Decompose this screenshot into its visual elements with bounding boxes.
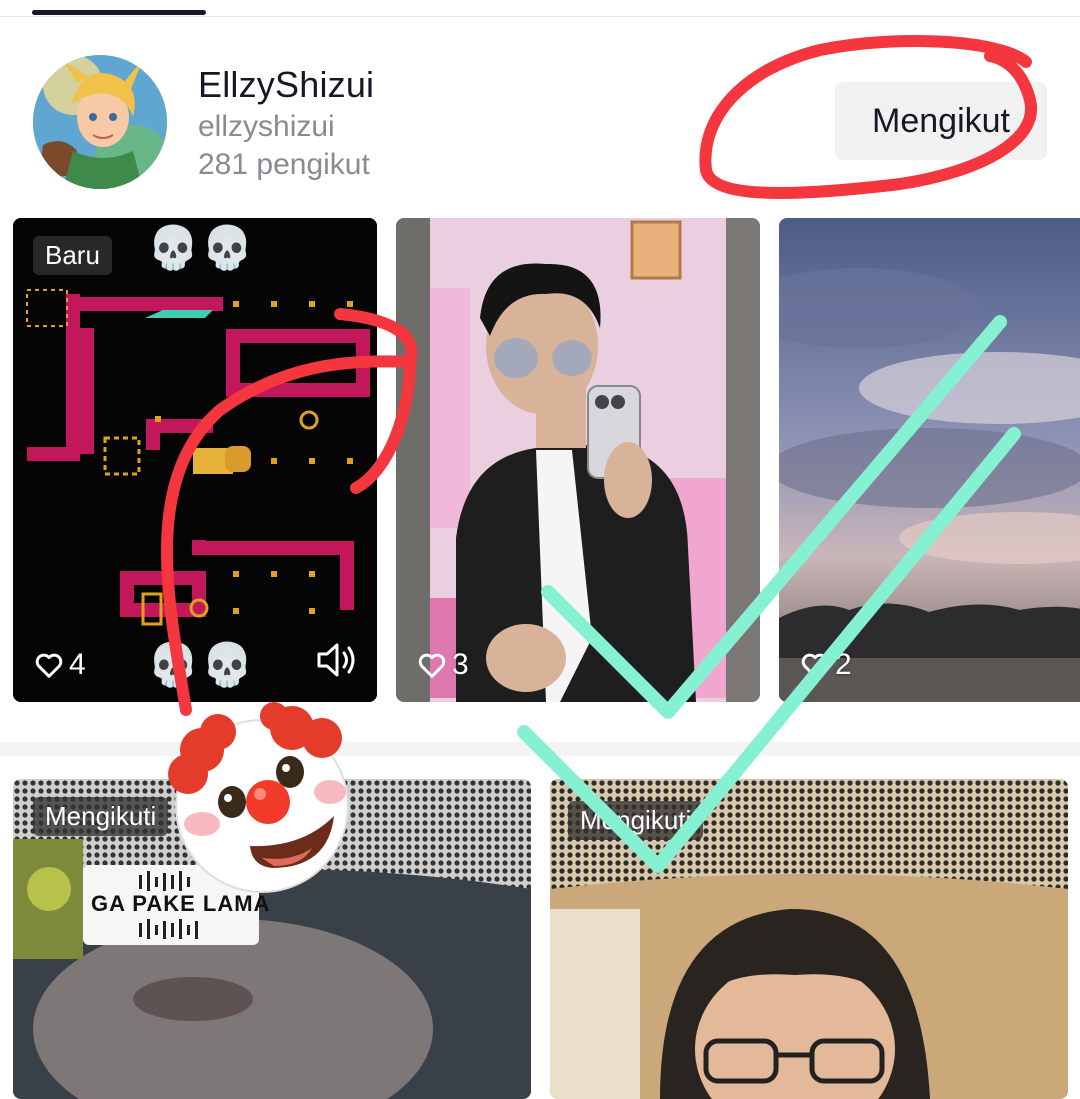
video-tile-2[interactable]: 3 — [396, 218, 760, 702]
following-badge: Mengikuti — [568, 801, 704, 840]
like-count-value: 3 — [452, 648, 469, 681]
like-count-value: 4 — [69, 648, 86, 681]
skull-emoji: 💀💀 — [147, 224, 256, 271]
like-count: 2 — [799, 648, 852, 682]
heart-icon — [35, 653, 63, 678]
display-name: EllzyShizui — [198, 64, 375, 105]
like-count-value: 2 — [835, 648, 852, 681]
video-thumbnail — [13, 218, 377, 702]
like-count: 3 — [416, 648, 469, 682]
skull-emoji: 💀💀 — [147, 641, 256, 688]
following-badge: Mengikuti — [33, 797, 169, 836]
avatar[interactable] — [33, 55, 167, 189]
video-thumbnail — [396, 218, 760, 702]
video-tile-3[interactable]: 2 — [779, 218, 1080, 702]
profile-header[interactable]: EllzyShizui ellzyshizui 281 pengikut Men… — [0, 40, 1080, 210]
heart-icon — [418, 653, 446, 678]
tab-indicator — [32, 10, 206, 15]
video-thumbnail — [779, 218, 1080, 702]
username: ellzyshizui — [198, 110, 335, 143]
video-tile-4[interactable]: GA PAKE LAMA Mengikuti — [13, 779, 531, 1099]
follow-button[interactable]: Mengikut — [835, 82, 1047, 160]
video-tile-5[interactable]: Mengikuti — [550, 779, 1068, 1099]
new-badge: Baru — [33, 236, 112, 275]
heart-icon — [801, 653, 829, 678]
sticker-caption: GA PAKE LAMA — [91, 891, 271, 916]
section-divider — [0, 742, 1080, 756]
follower-count: 281 pengikut — [198, 148, 370, 181]
video-tile-1[interactable]: Baru 💀💀 4 💀💀 — [13, 218, 377, 702]
speaker-icon[interactable] — [315, 640, 359, 680]
divider — [0, 16, 1080, 17]
like-count: 4 — [33, 648, 86, 682]
